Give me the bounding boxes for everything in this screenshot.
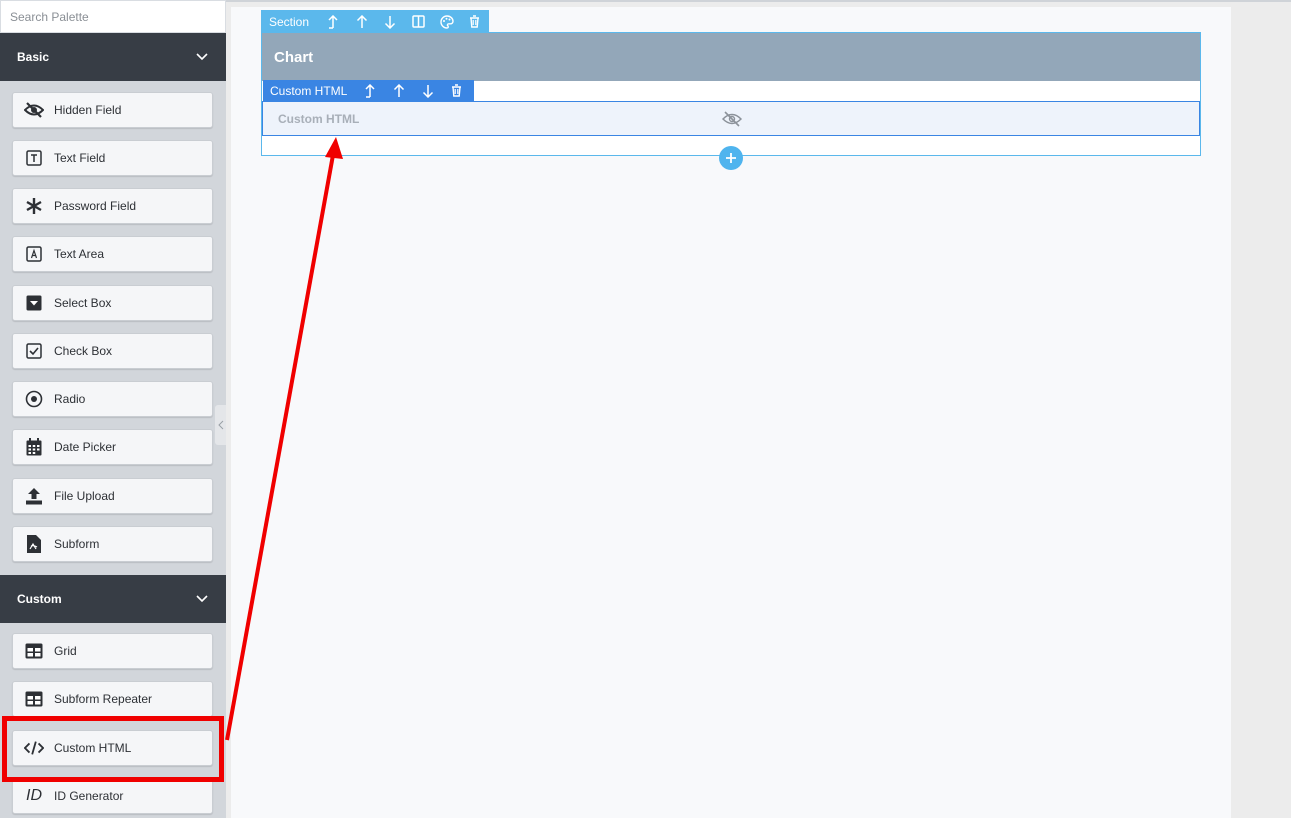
eye-slash-icon	[721, 110, 743, 128]
group-title-basic: Basic	[17, 50, 50, 64]
palette-item-label: Subform Repeater	[54, 692, 153, 706]
group-header-basic[interactable]: Basic	[0, 33, 226, 81]
custom-html-toolbar: Custom HTML	[263, 80, 474, 101]
eye-slash-icon	[24, 100, 44, 120]
palette-item-label: Select Box	[54, 296, 112, 310]
palette-icon[interactable]	[432, 10, 460, 33]
text-area-icon	[24, 244, 44, 264]
palette-item-label: Date Picker	[54, 440, 117, 454]
palette-item-label: Hidden Field	[54, 103, 122, 117]
id-icon: ID	[26, 787, 42, 804]
palette-item-label: Check Box	[54, 344, 113, 358]
checkbox-icon	[24, 341, 44, 361]
palette-item-label: Text Field	[54, 151, 106, 165]
custom-html-field[interactable]: Custom HTML	[262, 101, 1200, 136]
palette-item-label: Radio	[54, 392, 86, 406]
palette-item-label: Grid	[54, 644, 77, 658]
chevron-down-icon	[195, 50, 209, 64]
group-title-custom: Custom	[17, 592, 62, 606]
section-title: Chart	[262, 33, 1200, 81]
palette-item-radio[interactable]: Radio	[12, 381, 213, 417]
palette-item-password-field[interactable]: Password Field	[12, 188, 213, 224]
arrow-up-icon[interactable]	[347, 10, 375, 33]
palette-item-subform[interactable]: Subform	[12, 526, 213, 562]
palette-item-text-field[interactable]: Text Field	[12, 140, 213, 176]
palette-item-hidden-field[interactable]: Hidden Field	[12, 92, 213, 128]
palette-item-check-box[interactable]: Check Box	[12, 333, 213, 369]
asterisk-icon	[24, 196, 44, 216]
upload-icon	[24, 486, 44, 506]
palette-item-file-upload[interactable]: File Upload	[12, 478, 213, 514]
search-box	[0, 0, 226, 33]
chevron-down-icon	[195, 592, 209, 606]
section-toolbar-label: Section	[269, 14, 310, 29]
grid-icon	[24, 641, 44, 661]
custom-html-field-label: Custom HTML	[278, 111, 360, 126]
section-toolbar: Section	[261, 10, 489, 33]
arrow-down-icon[interactable]	[413, 80, 442, 101]
top-divider	[226, 0, 1291, 2]
grid-icon	[24, 689, 44, 709]
palette-item-subform-repeater[interactable]: Subform Repeater	[12, 681, 213, 717]
palette-item-label: Password Field	[54, 199, 137, 213]
custom-html-toolbar-label: Custom HTML	[270, 83, 348, 98]
sidebar-collapse-handle[interactable]	[215, 405, 226, 445]
move-icon[interactable]	[319, 10, 347, 33]
chevron-left-icon	[217, 420, 223, 430]
subform-icon	[24, 534, 44, 554]
palette-item-label: Subform	[54, 537, 100, 551]
move-icon[interactable]	[355, 80, 384, 101]
text-field-icon	[24, 148, 44, 168]
palette-item-label: File Upload	[54, 489, 115, 503]
arrow-up-icon[interactable]	[384, 80, 413, 101]
add-component-button[interactable]	[719, 146, 743, 170]
palette-item-label: ID Generator	[54, 789, 124, 803]
trash-icon[interactable]	[461, 10, 489, 33]
calendar-icon	[24, 437, 44, 457]
palette-item-select-box[interactable]: Select Box	[12, 285, 213, 321]
palette-item-grid[interactable]: Grid	[12, 633, 213, 669]
radio-icon	[24, 389, 44, 409]
search-palette-input[interactable]	[1, 1, 225, 32]
columns-icon[interactable]	[404, 10, 432, 33]
palette-sidebar: Basic Hidden Field Text Field Password F…	[0, 0, 226, 818]
annotation-highlight-box	[2, 716, 224, 782]
arrow-down-icon[interactable]	[376, 10, 404, 33]
group-header-custom[interactable]: Custom	[0, 575, 226, 623]
select-box-icon	[24, 293, 44, 313]
plus-icon	[726, 153, 736, 163]
palette-item-text-area[interactable]: Text Area	[12, 236, 213, 272]
palette-item-label: Text Area	[54, 247, 105, 261]
palette-item-id-generator[interactable]: ID ID Generator	[12, 778, 213, 814]
trash-icon[interactable]	[442, 80, 471, 101]
palette-item-date-picker[interactable]: Date Picker	[12, 429, 213, 465]
